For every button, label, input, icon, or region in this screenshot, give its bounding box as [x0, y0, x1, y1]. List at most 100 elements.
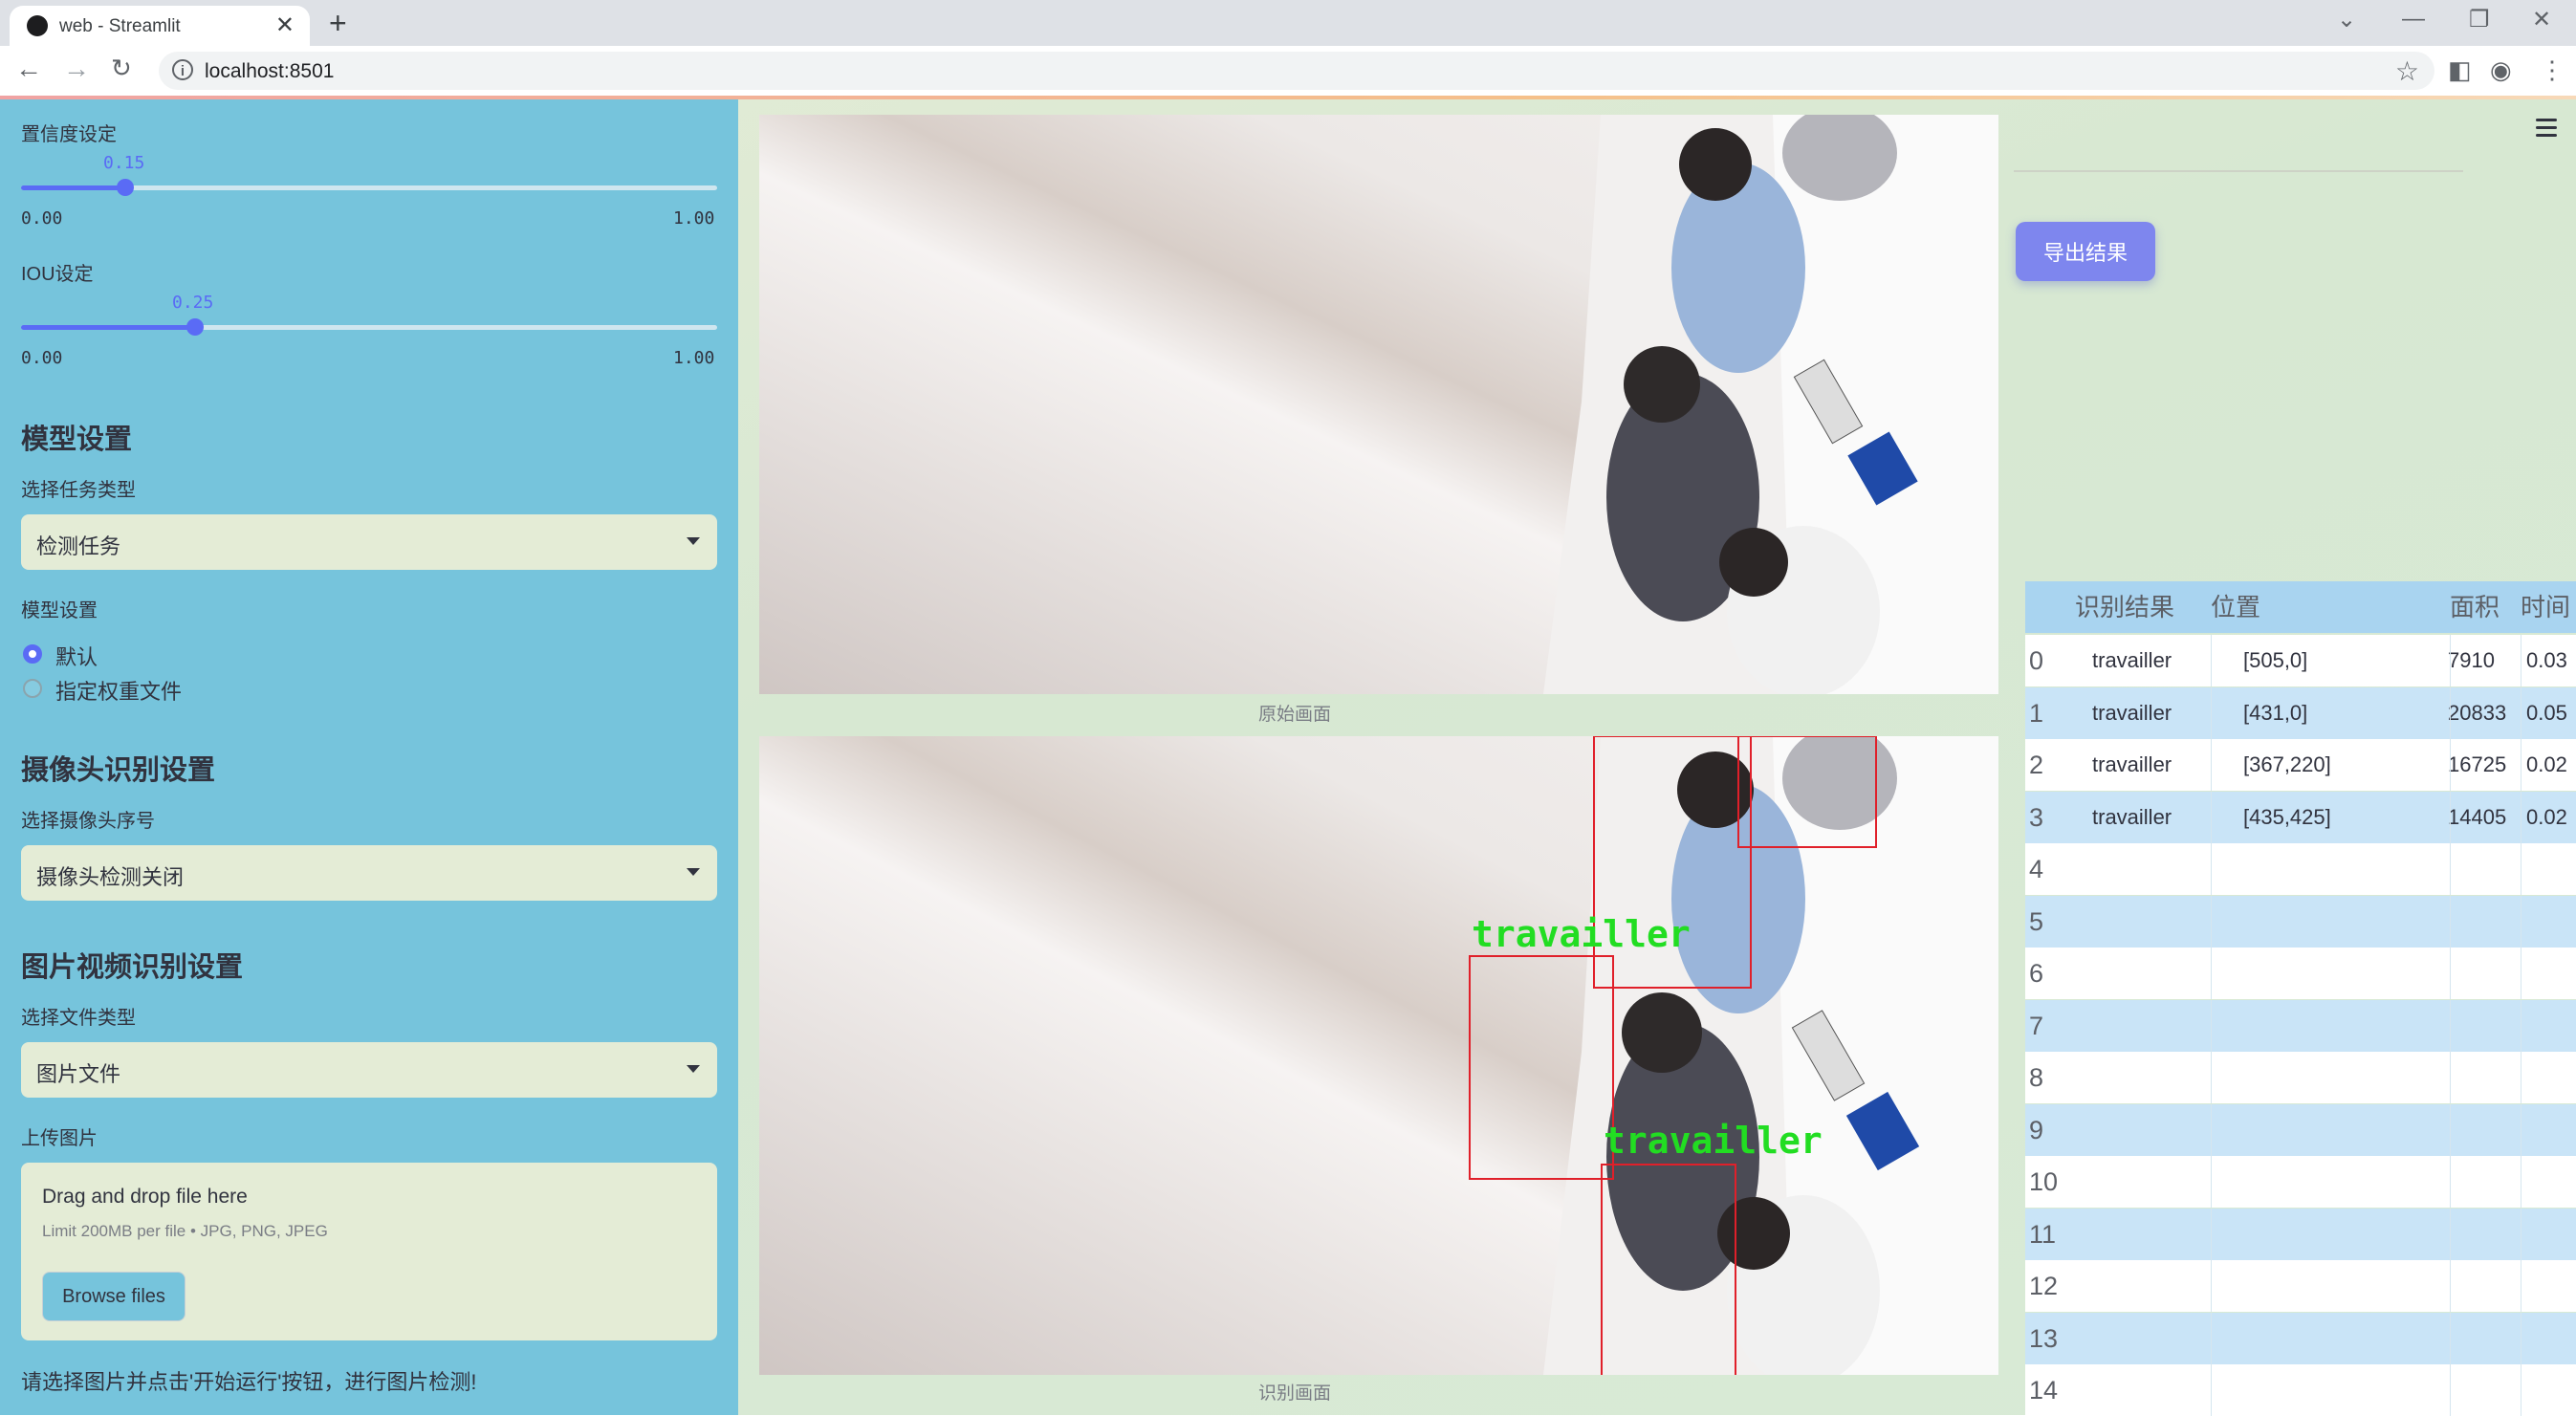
- iou-slider[interactable]: [21, 318, 717, 336]
- cell-time: [2526, 948, 2576, 999]
- column-separator: [2450, 1156, 2451, 1208]
- cell-pos: [2243, 1209, 2444, 1260]
- radio-weight-file-label[interactable]: 指定权重文件: [55, 675, 182, 706]
- tab-search-chevron-icon[interactable]: ⌄: [2337, 6, 2356, 33]
- cell-result: travailler: [2092, 752, 2172, 776]
- new-tab-icon[interactable]: +: [329, 6, 347, 41]
- column-separator: [2450, 1260, 2451, 1312]
- column-separator: [2211, 948, 2212, 999]
- column-separator: [2450, 1208, 2451, 1260]
- browser-menu-icon[interactable]: ⋮: [2540, 55, 2565, 85]
- browser-tabbar: web - Streamlit ✕ + ⌄ — ❐ ✕: [0, 0, 2576, 46]
- site-info-icon[interactable]: i: [172, 59, 193, 80]
- tab-title: web - Streamlit: [59, 16, 181, 36]
- cell-time: [2526, 843, 2576, 895]
- iou-value: 0.25: [172, 293, 214, 313]
- table-header-row: 识别结果 位置 面积 时间: [2025, 581, 2576, 633]
- file-type-label: 选择文件类型: [21, 1008, 136, 1029]
- row-index: 9: [2029, 1115, 2044, 1144]
- task-type-label: 选择任务类型: [21, 480, 136, 501]
- iou-slider-thumb[interactable]: [186, 318, 204, 336]
- model-heading: 模型设置: [21, 425, 133, 455]
- column-separator: [2450, 1364, 2451, 1416]
- table-row[interactable]: 11: [2025, 1208, 2576, 1260]
- column-separator: [2450, 635, 2451, 686]
- original-image: [759, 115, 1998, 694]
- cell-pos: [2243, 1104, 2444, 1156]
- address-bar[interactable]: i localhost:8501 ☆: [159, 52, 2434, 90]
- table-row[interactable]: 10: [2025, 1156, 2576, 1208]
- streamlit-favicon-icon: [27, 15, 48, 36]
- cell-pos: [2243, 843, 2444, 895]
- column-separator: [2211, 686, 2212, 739]
- back-icon[interactable]: ←: [15, 54, 42, 84]
- file-type-select[interactable]: 图片文件: [21, 1042, 717, 1098]
- iou-max: 1.00: [673, 348, 715, 368]
- cell-result: [2092, 896, 2207, 948]
- result-image: travailler travailler: [759, 736, 1998, 1375]
- column-separator: [2211, 1364, 2212, 1416]
- cell-pos: [2243, 1260, 2444, 1312]
- table-row[interactable]: 13: [2025, 1312, 2576, 1364]
- reload-icon[interactable]: ↻: [111, 54, 132, 83]
- row-index: 5: [2029, 906, 2044, 936]
- confidence-min: 0.00: [21, 208, 63, 229]
- window-close-icon[interactable]: ✕: [2532, 6, 2551, 33]
- column-separator: [2211, 1208, 2212, 1260]
- column-separator: [2450, 895, 2451, 948]
- task-type-select[interactable]: 检测任务: [21, 514, 717, 570]
- radio-default-label[interactable]: 默认: [55, 641, 98, 671]
- table-row[interactable]: 9: [2025, 1103, 2576, 1156]
- camera-index-value: 摄像头检测关闭: [36, 865, 185, 889]
- file-uploader-dropzone[interactable]: Drag and drop file here Limit 200MB per …: [21, 1163, 717, 1340]
- table-row[interactable]: 7: [2025, 999, 2576, 1052]
- cell-result: [2092, 1364, 2207, 1416]
- browse-files-button[interactable]: Browse files: [42, 1272, 186, 1321]
- cell-time: [2526, 896, 2576, 948]
- side-panel-icon[interactable]: ◧: [2448, 55, 2472, 85]
- cell-result: [2092, 1156, 2207, 1208]
- row-index: 6: [2029, 959, 2044, 988]
- radio-default[interactable]: [23, 644, 42, 664]
- task-type-value: 检测任务: [36, 534, 121, 558]
- row-index: 0: [2029, 646, 2044, 675]
- table-row[interactable]: 5: [2025, 895, 2576, 948]
- table-row[interactable]: 12: [2025, 1260, 2576, 1312]
- table-row[interactable]: 0 travailler [505,0] 7910 0.03: [2025, 635, 2576, 686]
- url-text[interactable]: localhost:8501: [205, 60, 334, 83]
- restore-icon[interactable]: ❐: [2469, 6, 2490, 33]
- tab-close-icon[interactable]: ✕: [275, 11, 295, 39]
- table-row[interactable]: 6: [2025, 948, 2576, 999]
- cell-pos: [431,0]: [2243, 700, 2308, 725]
- media-heading: 图片视频识别设置: [21, 952, 244, 983]
- cell-time: 0.02: [2526, 804, 2567, 829]
- confidence-slider-thumb[interactable]: [117, 179, 135, 196]
- header-area: 面积: [2450, 593, 2500, 621]
- profile-avatar-icon[interactable]: ◉: [2490, 55, 2512, 85]
- table-row[interactable]: 4: [2025, 843, 2576, 895]
- table-row[interactable]: 8: [2025, 1052, 2576, 1103]
- browser-tab[interactable]: web - Streamlit ✕: [10, 6, 310, 46]
- column-separator: [2450, 1103, 2451, 1156]
- confidence-slider[interactable]: [21, 179, 717, 196]
- camera-index-select[interactable]: 摄像头检测关闭: [21, 845, 717, 901]
- cell-pos: [2243, 1052, 2444, 1103]
- instruction-text: 请选择图片并点击'开始运行'按钮，进行图片检测!: [21, 1370, 477, 1394]
- cell-result: travailler: [2092, 700, 2172, 725]
- row-index: 8: [2029, 1063, 2044, 1092]
- upload-title: Drag and drop file here: [42, 1186, 248, 1208]
- minimize-icon[interactable]: —: [2402, 6, 2425, 33]
- main-menu-icon[interactable]: [2536, 119, 2557, 142]
- radio-weight-file[interactable]: [23, 679, 42, 698]
- forward-icon[interactable]: →: [63, 54, 90, 84]
- table-row[interactable]: 1 travailler [431,0] 20833 0.05: [2025, 686, 2576, 739]
- cell-area: 20833: [2448, 700, 2507, 725]
- column-separator: [2450, 948, 2451, 999]
- table-row[interactable]: 14: [2025, 1364, 2576, 1416]
- camera-index-label: 选择摄像头序号: [21, 811, 155, 832]
- row-index: 13: [2029, 1323, 2059, 1353]
- table-row[interactable]: 3 travailler [435,425] 14405 0.02: [2025, 791, 2576, 843]
- bookmark-star-icon[interactable]: ☆: [2395, 55, 2419, 87]
- export-results-button[interactable]: 导出结果: [2016, 222, 2155, 281]
- table-row[interactable]: 2 travailler [367,220] 16725 0.02: [2025, 739, 2576, 791]
